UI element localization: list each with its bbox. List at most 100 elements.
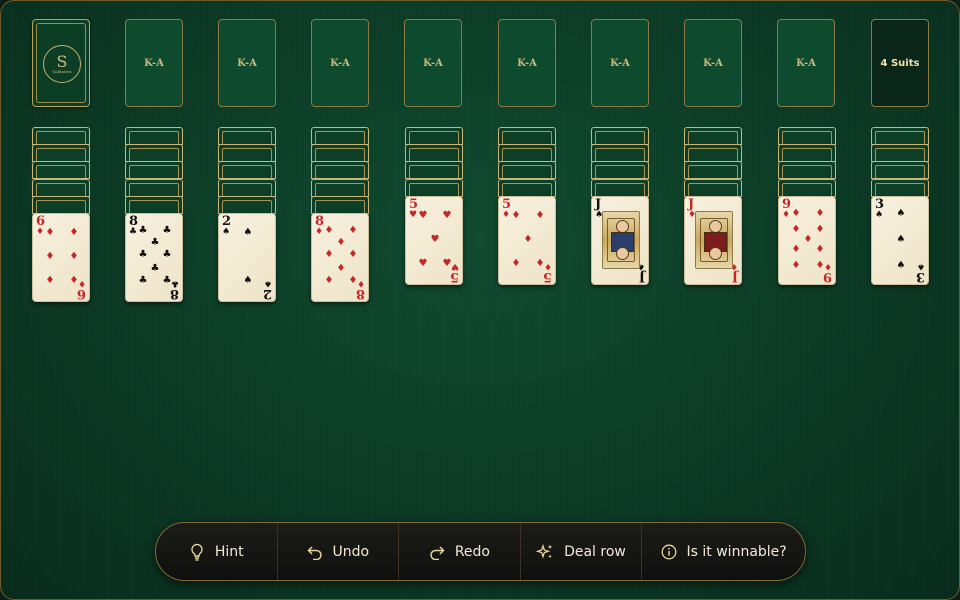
card-pip: ♦ [791,259,801,271]
card-rank-bottom: 3 [915,268,925,284]
face-down-card [871,127,929,145]
card-pip: ♣ [150,237,160,248]
face-up-card[interactable]: 2 ♠ 2 ♠ ♠ ♠ [218,213,276,302]
card-suit-icon: ♦ [36,227,45,237]
card-back-ornament [875,148,925,162]
card-back-ornament [315,165,365,179]
logo-letter: S [56,52,68,71]
foundation-slot[interactable]: K-A [498,19,556,107]
face-down-card [405,178,463,197]
face-down-card [498,178,556,197]
foundation-slot[interactable]: K-A [591,19,649,107]
card-back-ornament [222,165,272,179]
face-down-card [218,178,276,197]
card-pip: ♦ [348,275,358,286]
card-back-ornament [782,131,832,144]
card-back-ornament [129,182,179,196]
card-back-ornament [222,182,272,196]
deal-row-button[interactable]: Deal row [521,523,643,580]
card-back-ornament [502,148,552,162]
card-back-ornament [688,165,738,179]
face-down-card [125,127,183,145]
card-back-ornament [502,182,552,196]
card-pip: ♥ [442,257,452,269]
face-down-card [778,178,836,197]
stock-pile[interactable]: S Solitaires [32,19,90,107]
card-rank-bottom: J [731,268,738,284]
is-it-winnable-label: Is it winnable? [686,543,787,560]
undo-arrow-icon [306,544,323,560]
foundation-slot[interactable]: K-A [777,19,835,107]
undo-button[interactable]: Undo [278,523,400,580]
card-rank-bottom: 5 [449,268,459,284]
card-back-ornament [129,165,179,179]
card-suit-icon: ♦ [315,227,324,237]
card-pip: ♠ [243,227,253,238]
face-up-card[interactable]: J ♦ J ♦ [684,195,742,285]
card-pip: ♦ [791,243,801,255]
face-down-card [498,144,556,163]
face-up-card[interactable]: 6 ♦ 6 ♦ ♦ ♦ ♦ ♦ ♦ ♦ [32,213,90,302]
card-back-ornament [129,199,179,213]
card-back-ornament [782,148,832,162]
card-rank-bottom: 9 [822,268,832,284]
card-pip: ♦ [348,225,358,236]
face-up-card[interactable]: 5 ♦ 5 ♦ ♦ ♦ ♦ ♦ ♦ [498,195,556,285]
face-down-card [684,178,742,197]
face-up-card[interactable]: J ♠ J ♠ [591,195,649,285]
card-pip: ♦ [511,257,521,269]
card-back-ornament [315,148,365,162]
face-down-card [498,161,556,180]
card-pip: ♦ [45,251,55,262]
foundation-slot[interactable]: K-A [404,19,462,107]
face-down-card [311,195,369,214]
suit-mode-badge[interactable]: 4 Suits [871,19,929,107]
card-rank: J [688,196,695,212]
card-pip: ♥ [418,257,428,269]
card-pip: ♦ [324,225,334,236]
redo-button[interactable]: Redo [399,523,521,580]
foundation-slot[interactable]: K-A [684,19,742,107]
card-back-ornament [222,199,272,213]
card-pip: ♣ [138,249,148,260]
face-up-card[interactable]: 9 ♦ 9 ♦ ♦ ♦ ♦ ♦ ♦ ♦ ♦ ♦ ♦ [778,195,836,285]
sparkles-icon [536,543,554,561]
deal-row-label: Deal row [564,543,626,560]
hint-button[interactable]: Hint [156,523,278,580]
face-up-card[interactable]: 8 ♦ 8 ♦ ♦ ♦ ♦ ♦ ♦ ♦ ♦ ♦ [311,213,369,302]
foundation-slot[interactable]: K-A [311,19,369,107]
card-pip: ♣ [138,225,148,236]
card-suit-icon-bottom: ♠ [263,278,272,288]
is-it-winnable-button[interactable]: Is it winnable? [642,523,805,580]
card-suit-icon: ♠ [875,209,884,220]
portrait-head2 [709,246,722,260]
card-back-ornament [36,148,86,162]
card-pip: ♠ [896,259,906,271]
card-suit-icon-bottom: ♦ [356,278,365,288]
face-down-card [32,127,90,145]
card-pip: ♠ [896,207,906,219]
face-down-card [218,195,276,214]
face-up-card[interactable]: 3 ♠ 3 ♠ ♠ ♠ ♠ [871,195,929,285]
card-suit-icon: ♠ [222,227,231,237]
card-pip: ♣ [150,263,160,274]
card-rank-bottom: 8 [169,286,179,301]
face-down-card [871,178,929,197]
card-suit-icon: ♣ [129,227,138,237]
card-pip: ♦ [45,275,55,286]
card-back-ornament [36,182,86,196]
foundation-slot[interactable]: K-A [125,19,183,107]
card-pip: ♦ [69,227,79,238]
face-up-card[interactable]: 8 ♣ 8 ♣ ♣ ♣ ♣ ♣ ♣ ♣ ♣ ♣ [125,213,183,302]
lightbulb-icon [189,543,205,561]
face-up-card[interactable]: 5 ♥ 5 ♥ ♥ ♥ ♥ ♥ ♥ [405,195,463,285]
solitaires-logo: S Solitaires [43,45,81,83]
face-down-card [125,195,183,214]
card-back-ornament [688,148,738,162]
card-back-ornament [875,131,925,144]
face-down-card [311,127,369,145]
face-down-card [405,127,463,145]
foundation-slot[interactable]: K-A [218,19,276,107]
face-down-card [32,195,90,214]
card-pip: ♦ [791,207,801,219]
